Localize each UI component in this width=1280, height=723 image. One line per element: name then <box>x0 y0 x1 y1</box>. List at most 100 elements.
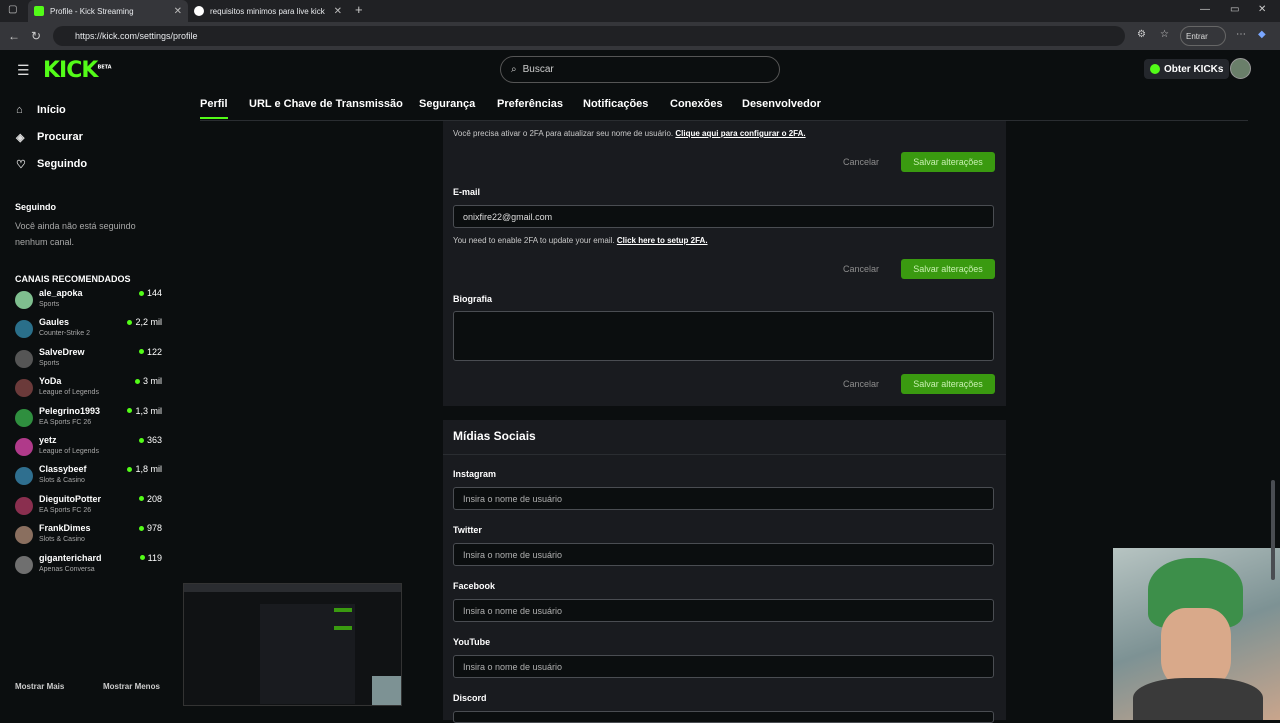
channel-avatar <box>15 555 33 574</box>
instagram-field[interactable]: Insira o nome de usuário <box>453 487 994 510</box>
url-text: https://kick.com/settings/profile <box>75 31 198 41</box>
page-scrollbar[interactable] <box>1271 140 1277 720</box>
tab-title: requisitos minimos para live kick <box>210 6 325 16</box>
cancel-button[interactable]: Cancelar <box>843 379 879 389</box>
channel-item[interactable]: DieguitoPotter EA Sports FC 26 208 <box>15 494 162 520</box>
tab-preferences[interactable]: Preferências <box>497 98 563 110</box>
tab-actions-icon[interactable]: ▢ <box>8 4 17 15</box>
tab-developer[interactable]: Desenvolvedor <box>742 98 821 110</box>
viewer-count-text: 2,2 mil <box>135 317 162 328</box>
get-kicks-button[interactable]: Obter KICKs <box>1144 59 1230 79</box>
recommended-heading: CANAIS RECOMENDADOS <box>15 274 131 284</box>
new-tab-icon[interactable]: + <box>355 2 363 17</box>
browser-tab-kick[interactable]: Profile - Kick Streaming ✕ <box>28 0 188 22</box>
channel-avatar <box>15 349 33 368</box>
channel-avatar <box>15 496 33 515</box>
channel-category: Slots & Casino <box>39 536 85 544</box>
viewer-count-text: 119 <box>147 552 162 563</box>
address-bar-row: ← ↻ https://kick.com/settings/profile ⚙ … <box>0 22 1280 50</box>
search-input[interactable]: ⌕ Buscar <box>500 56 780 83</box>
minimize-icon[interactable]: — <box>1200 4 1210 15</box>
channel-item[interactable]: giganterichard Apenas Conversa 119 <box>15 553 162 579</box>
viewer-count: 119 <box>139 552 162 563</box>
setup-2fa-email-link[interactable]: Click here to setup 2FA. <box>617 236 708 245</box>
channel-item[interactable]: FrankDimes Slots & Casino 978 <box>15 523 162 549</box>
reload-icon[interactable]: ↻ <box>31 29 41 43</box>
channel-item[interactable]: Gaules Counter-Strike 2 2,2 mil <box>15 317 162 343</box>
bio-textarea[interactable] <box>453 311 994 361</box>
channel-item[interactable]: ale_apoka Sports 144 <box>15 288 162 314</box>
more-menu-icon[interactable]: ⋯ <box>1236 29 1246 40</box>
live-dot-icon <box>139 555 145 561</box>
compass-icon: ◈ <box>16 131 25 144</box>
twitter-field[interactable]: Insira o nome de usuário <box>453 543 994 566</box>
close-tab-icon[interactable]: ✕ <box>174 6 182 17</box>
discord-field[interactable] <box>453 711 994 723</box>
channel-item[interactable]: Classybeef Slots & Casino 1,8 mil <box>15 464 162 490</box>
extensions-icon[interactable]: ⚙ <box>1137 29 1146 40</box>
kick-page: ☰ KICKBETA ⌕ Buscar Obter KICKs ⌂ Início … <box>0 50 1280 723</box>
channel-item[interactable]: SalveDrew Sports 122 <box>15 347 162 373</box>
live-dot-icon <box>127 408 133 414</box>
browser-tab-google[interactable]: requisitos minimos para live kick ✕ <box>188 0 348 22</box>
viewer-count: 1,8 mil <box>127 464 162 474</box>
channel-name: Pelegrino1993 <box>39 405 101 416</box>
cancel-button[interactable]: Cancelar <box>843 264 879 274</box>
scrollbar-thumb[interactable] <box>1271 480 1275 580</box>
url-input[interactable]: https://kick.com/settings/profile <box>53 26 1125 46</box>
tab-security[interactable]: Segurança <box>419 98 475 110</box>
save-button[interactable]: Salvar alterações <box>901 152 995 172</box>
viewer-count-text: 122 <box>146 346 162 357</box>
sidebar-item-browse[interactable]: ◈ Procurar <box>16 131 83 144</box>
viewer-count: 1,3 mil <box>127 406 162 416</box>
youtube-label: YouTube <box>453 637 491 647</box>
section-divider <box>443 454 1006 455</box>
show-less-button[interactable]: Mostrar Menos <box>103 682 160 691</box>
sidebar-item-label: Procurar <box>37 131 83 143</box>
live-dot-icon <box>138 349 144 355</box>
webcam-overlay <box>1113 548 1280 720</box>
tab-stream-url-key[interactable]: URL e Chave de Transmissão <box>249 98 403 110</box>
email-field[interactable]: onixfire22@gmail.com <box>453 205 994 228</box>
tab-profile[interactable]: Perfil <box>200 98 228 119</box>
live-dot-icon <box>138 290 144 296</box>
cancel-button[interactable]: Cancelar <box>843 157 879 167</box>
search-placeholder: Buscar <box>522 64 554 75</box>
channel-item[interactable]: YoDa League of Legends 3 mil <box>15 376 162 402</box>
back-icon[interactable]: ← <box>8 29 20 43</box>
hamburger-menu-icon[interactable]: ☰ <box>17 62 30 79</box>
copilot-icon[interactable]: ◆ <box>1258 29 1266 40</box>
screen-preview-thumbnail <box>183 583 402 706</box>
save-button[interactable]: Salvar alterações <box>901 374 995 394</box>
field-placeholder: Insira o nome de usuário <box>463 493 563 504</box>
channel-avatar <box>15 320 33 339</box>
channel-avatar <box>15 291 33 309</box>
tab-connections[interactable]: Conexões <box>670 98 723 110</box>
sidebar-item-following[interactable]: ♡ Seguindo <box>16 158 87 171</box>
close-tab-icon[interactable]: ✕ <box>334 6 342 17</box>
channel-name: ale_apoka <box>39 288 83 298</box>
kick-logo[interactable]: KICKBETA <box>43 58 112 83</box>
maximize-icon[interactable]: ▭ <box>1230 4 1239 15</box>
youtube-field[interactable]: Insira o nome de usuário <box>453 655 994 678</box>
sidebar-item-home[interactable]: ⌂ Início <box>16 104 66 116</box>
home-icon: ⌂ <box>16 104 23 116</box>
sign-in-button[interactable]: Entrar <box>1180 26 1226 46</box>
save-button[interactable]: Salvar alterações <box>901 259 995 279</box>
favorites-icon[interactable]: ☆ <box>1160 29 1169 40</box>
channel-name: yetz <box>39 435 57 445</box>
channel-item[interactable]: yetz League of Legends 363 <box>15 435 162 461</box>
viewer-count: 978 <box>138 523 162 533</box>
close-window-icon[interactable]: ✕ <box>1258 4 1266 15</box>
tab-notifications[interactable]: Notificações <box>583 98 648 110</box>
user-avatar[interactable] <box>1230 58 1251 79</box>
channel-category: EA Sports FC 26 <box>39 506 92 514</box>
google-favicon-icon <box>194 6 204 16</box>
channel-category: League of Legends <box>39 448 99 455</box>
setup-2fa-link[interactable]: Clique aqui para configurar o 2FA. <box>675 129 805 138</box>
show-more-button[interactable]: Mostrar Mais <box>15 682 64 691</box>
channel-item[interactable]: Pelegrino1993 EA Sports FC 26 1,3 mil <box>15 406 162 432</box>
instagram-label: Instagram <box>453 469 497 479</box>
facebook-field[interactable]: Insira o nome de usuário <box>453 599 994 622</box>
channel-name: FrankDimes <box>39 523 91 534</box>
